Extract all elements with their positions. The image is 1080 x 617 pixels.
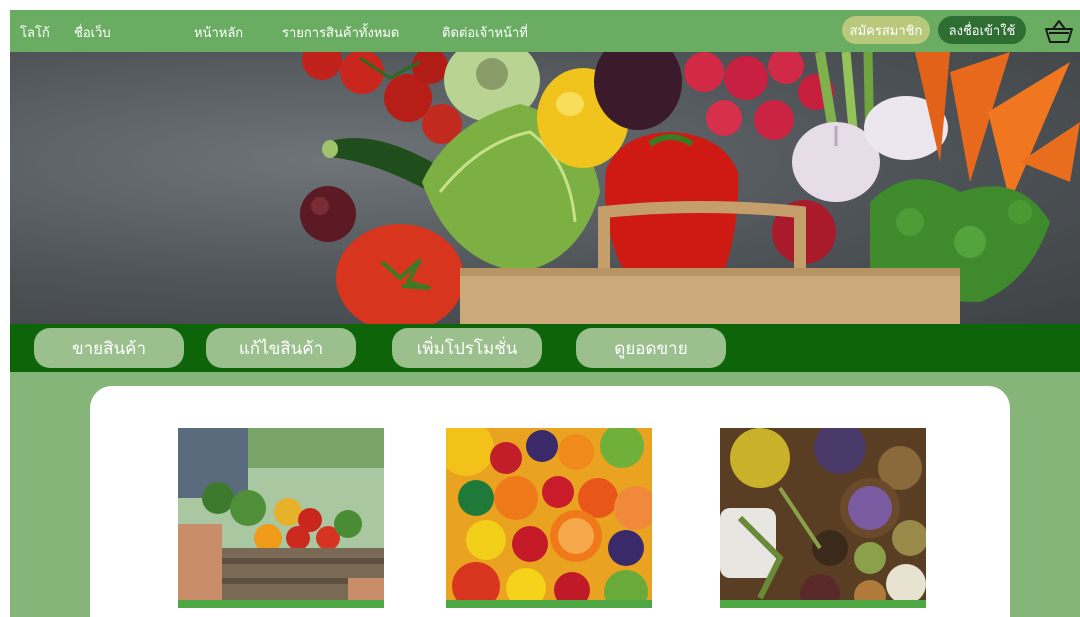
nav-home-link[interactable]: หน้าหลัก (194, 22, 243, 43)
edit-product-label: แก้ไขสินค้า (238, 338, 324, 359)
category-tile-fruits[interactable] (446, 428, 652, 608)
nav-all-products-link[interactable]: รายการสินค้าทั้งหมด (282, 22, 399, 43)
logo[interactable]: โลโก้ (20, 22, 50, 43)
nav-contact-link[interactable]: ติดต่อเจ้าหน้าที่ (442, 22, 528, 43)
view-sales-button[interactable]: ดูยอดขาย (576, 328, 726, 368)
signup-button[interactable]: สมัครสมาชิก (842, 16, 930, 44)
signup-label: สมัครสมาชิก (849, 23, 923, 39)
herbs-image (720, 428, 926, 608)
tile-caption-bar (720, 600, 926, 608)
add-promotion-label: เพิ่มโปรโมชั่น (416, 338, 518, 359)
category-panel (90, 386, 1010, 617)
basket-icon[interactable] (1044, 18, 1074, 44)
tile-caption-bar (446, 600, 652, 608)
edit-product-button[interactable]: แก้ไขสินค้า (206, 328, 356, 368)
hero-banner-image (10, 52, 1080, 324)
seller-action-bar: ขายสินค้า แก้ไขสินค้า เพิ่มโปรโมชั่น ดูย… (10, 324, 1080, 372)
fruits-image (446, 428, 652, 608)
login-label: ลงชื่อเข้าใช้ (948, 23, 1016, 39)
view-sales-label: ดูยอดขาย (614, 338, 688, 359)
category-tile-herbs[interactable] (720, 428, 926, 608)
tile-caption-bar (178, 600, 384, 608)
sell-product-label: ขายสินค้า (71, 338, 147, 359)
site-name[interactable]: ชื่อเว็บ (74, 22, 111, 43)
vegetables-illustration (300, 52, 1080, 324)
vegetable-crate-image (178, 428, 384, 608)
category-tile-vegetables[interactable] (178, 428, 384, 608)
add-promotion-button[interactable]: เพิ่มโปรโมชั่น (392, 328, 542, 368)
sell-product-button[interactable]: ขายสินค้า (34, 328, 184, 368)
login-button[interactable]: ลงชื่อเข้าใช้ (938, 16, 1026, 44)
top-navbar: โลโก้ ชื่อเว็บ หน้าหลัก รายการสินค้าทั้ง… (10, 10, 1080, 52)
page: โลโก้ ชื่อเว็บ หน้าหลัก รายการสินค้าทั้ง… (10, 10, 1080, 617)
